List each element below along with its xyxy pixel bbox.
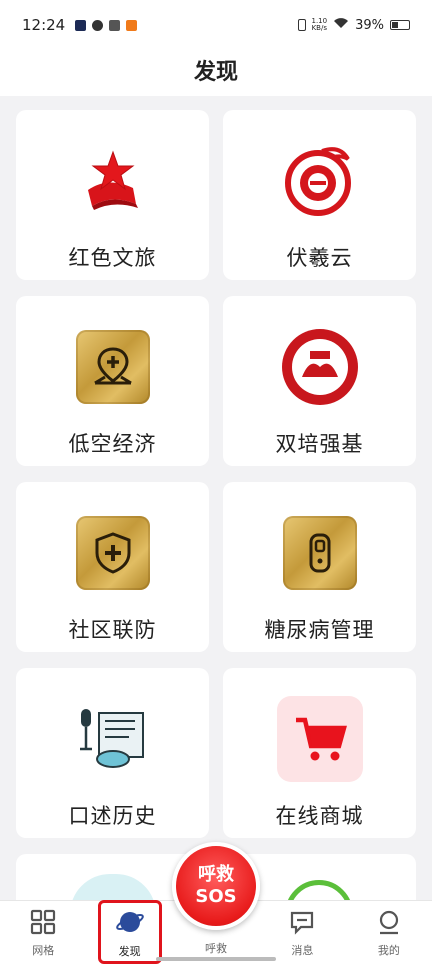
card-label: 社区联防 bbox=[68, 618, 157, 642]
glucose-meter-icon bbox=[277, 510, 363, 596]
app-notification-icon bbox=[126, 19, 138, 31]
card-online-mall[interactable]: 在线商城 bbox=[223, 668, 416, 838]
nav-item-messages[interactable]: 消息 bbox=[259, 901, 345, 965]
card-fuxi-cloud[interactable]: 伏羲云 bbox=[223, 110, 416, 280]
planet-icon bbox=[115, 908, 144, 939]
grid-icon bbox=[30, 909, 56, 938]
status-time: 12:24 bbox=[22, 16, 66, 34]
map-pin-plus-icon bbox=[70, 324, 156, 410]
sos-text: SOS bbox=[195, 886, 237, 907]
network-speed: 1.10 KB/s bbox=[312, 18, 328, 32]
page-title: 发现 bbox=[0, 50, 432, 96]
chat-notification-icon bbox=[109, 19, 121, 31]
nav-item-grid[interactable]: 网格 bbox=[0, 901, 86, 965]
status-left: 12:24 bbox=[22, 16, 138, 34]
link-notification-icon bbox=[92, 19, 104, 31]
card-red-tourism[interactable]: 红色文旅 bbox=[16, 110, 209, 280]
battery-icon bbox=[390, 20, 410, 30]
discover-grid: 红色文旅 伏羲云 低空经济 双培强基 社区联防 糖尿病管理 口述历史 在线商城 bbox=[16, 110, 416, 838]
fuxi-dragon-icon bbox=[277, 138, 363, 224]
red-star-flag-icon bbox=[70, 138, 156, 224]
card-label: 口述历史 bbox=[68, 804, 157, 828]
nav-item-discover[interactable]: 发现 bbox=[86, 901, 172, 965]
microphone-scroll-icon bbox=[70, 696, 156, 782]
card-label: 在线商城 bbox=[275, 804, 364, 828]
message-icon bbox=[289, 909, 315, 938]
nav-label: 消息 bbox=[291, 943, 314, 957]
vibrate-icon bbox=[297, 19, 306, 31]
home-indicator[interactable] bbox=[156, 957, 276, 961]
sos-button[interactable]: 呼救 SOS bbox=[172, 842, 260, 930]
shield-plus-icon bbox=[70, 510, 156, 596]
card-oral-history[interactable]: 口述历史 bbox=[16, 668, 209, 838]
nav-label: 网格 bbox=[32, 943, 55, 957]
card-label: 伏羲云 bbox=[286, 246, 353, 270]
card-label: 红色文旅 bbox=[68, 246, 157, 270]
nav-label: 我的 bbox=[377, 943, 400, 957]
status-bar: 12:24 1.10 KB/s 39% bbox=[0, 0, 432, 50]
shopping-cart-icon bbox=[276, 696, 363, 782]
card-diabetes-management[interactable]: 糖尿病管理 bbox=[223, 482, 416, 652]
nav-label: 发现 bbox=[118, 944, 141, 958]
nav-item-profile[interactable]: 我的 bbox=[346, 901, 432, 965]
speed-unit: KB/s bbox=[311, 24, 327, 32]
card-community-defense[interactable]: 社区联防 bbox=[16, 482, 209, 652]
app-notification-icon bbox=[75, 19, 87, 31]
status-right: 1.10 KB/s 39% bbox=[297, 17, 410, 33]
card-low-altitude-economy[interactable]: 低空经济 bbox=[16, 296, 209, 466]
wifi-icon bbox=[333, 17, 349, 33]
user-icon bbox=[376, 909, 402, 938]
shuangpei-badge-icon bbox=[277, 324, 363, 410]
card-shuangpei[interactable]: 双培强基 bbox=[223, 296, 416, 466]
card-label: 糖尿病管理 bbox=[264, 618, 375, 642]
sos-label: 呼救 bbox=[198, 864, 234, 885]
nav-label: 呼救 bbox=[205, 942, 228, 955]
battery-text: 39% bbox=[355, 17, 384, 33]
card-label: 低空经济 bbox=[68, 432, 157, 456]
card-label: 双培强基 bbox=[275, 432, 364, 456]
